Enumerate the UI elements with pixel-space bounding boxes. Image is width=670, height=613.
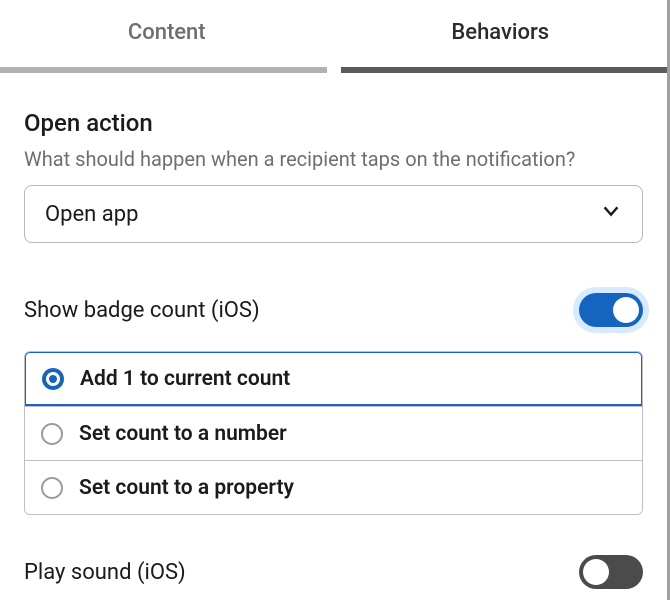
show-badge-label: Show badge count (iOS) <box>24 298 260 323</box>
tab-behaviors[interactable]: Behaviors <box>334 0 668 67</box>
radio-unselected-icon <box>41 423 63 445</box>
play-sound-toggle[interactable] <box>579 555 643 589</box>
badge-option-add-1[interactable]: Add 1 to current count <box>24 351 643 406</box>
badge-option-label: Set count to a property <box>79 476 294 500</box>
badge-option-label: Add 1 to current count <box>80 367 290 391</box>
play-sound-row: Play sound (iOS) <box>24 555 643 589</box>
badge-option-set-property[interactable]: Set count to a property <box>25 460 642 514</box>
tab-content[interactable]: Content <box>0 0 334 67</box>
chevron-down-icon <box>600 200 622 228</box>
show-badge-row: Show badge count (iOS) <box>24 293 643 327</box>
radio-unselected-icon <box>41 477 63 499</box>
radio-selected-icon <box>42 368 64 390</box>
play-sound-label: Play sound (iOS) <box>24 560 186 585</box>
open-action-section: Open action What should happen when a re… <box>24 109 643 243</box>
open-action-subtitle: What should happen when a recipient taps… <box>24 147 643 171</box>
tab-underline <box>0 67 667 73</box>
badge-options-list: Add 1 to current count Set count to a nu… <box>24 351 643 515</box>
open-action-title: Open action <box>24 109 643 137</box>
badge-option-label: Set count to a number <box>79 422 287 446</box>
show-badge-toggle[interactable] <box>579 293 643 327</box>
open-action-select[interactable]: Open app <box>24 185 643 243</box>
tabs: Content Behaviors <box>0 0 667 67</box>
badge-option-set-number[interactable]: Set count to a number <box>25 406 642 460</box>
open-action-selected-value: Open app <box>45 202 138 227</box>
